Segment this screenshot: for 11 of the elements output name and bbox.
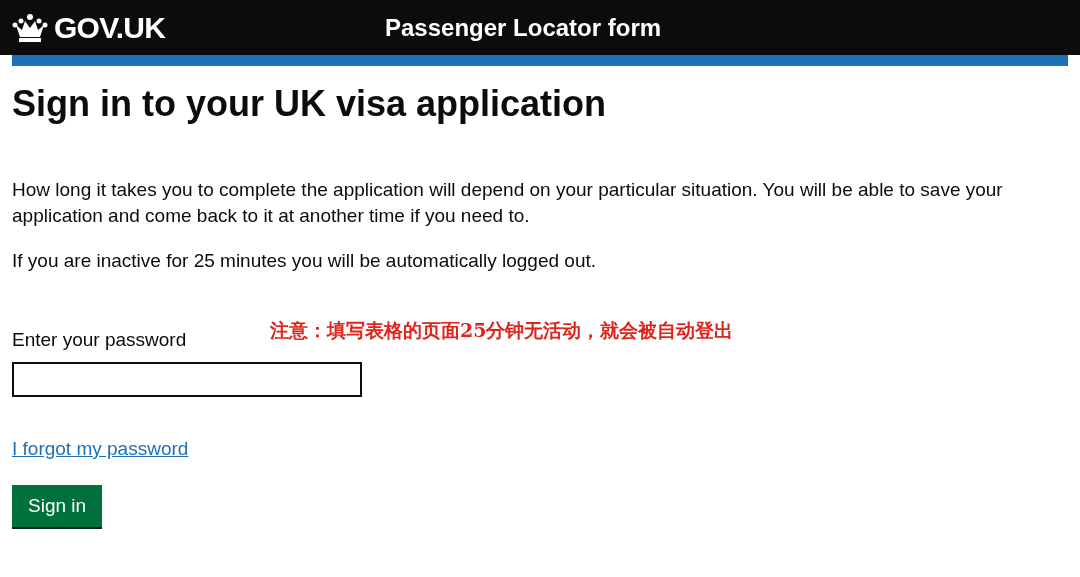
sign-in-button[interactable]: Sign in [12,485,103,528]
crown-icon [12,12,48,43]
annotation-text: 注意：填写表格的页面25分钟无活动，就会被自动登出 [270,318,734,344]
password-field[interactable] [12,361,362,397]
body-paragraph: If you are inactive for 25 minutes you will be automatically logged out. [12,248,598,273]
govuk-logo-link[interactable]: GOV.UK [54,12,166,43]
forgot-password-link[interactable]: I forgot my password [12,434,189,464]
body-paragraph: How long it takes you to complete the application will depend on your particular situation. You will be able to save your application and come back to it at another time if you need to. [12,177,1004,229]
page-heading: Sign in to your UK visa application [12,84,608,124]
field-label: Enter your password [12,328,188,353]
service-name: Passenger Locator form [385,12,662,43]
